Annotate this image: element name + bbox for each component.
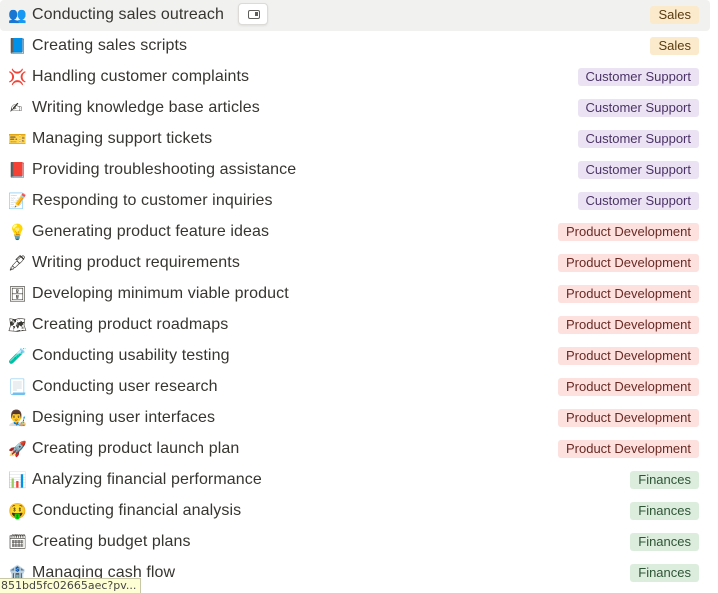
- list-item[interactable]: 📊 Analyzing financial performance Finances: [0, 465, 710, 496]
- item-title[interactable]: Writing knowledge base articles: [32, 98, 260, 118]
- category-tag: Finances: [630, 502, 699, 520]
- item-title[interactable]: Creating budget plans: [32, 532, 191, 552]
- list-item[interactable]: 🗄 Developing minimum viable product Produc…: [0, 279, 710, 310]
- category-tag: Sales: [650, 6, 699, 24]
- category-tag: Product Development: [557, 223, 699, 241]
- category-tag: Product Development: [557, 378, 699, 396]
- task-list: 👥 Conducting sales outreach Sales 📘 Creating…: [0, 0, 710, 589]
- item-title[interactable]: Conducting user research: [32, 377, 218, 397]
- list-item[interactable]: 🚀 Creating product launch plan Product Dev…: [0, 434, 710, 465]
- list-item[interactable]: 📘 Creating sales scripts Sales: [0, 31, 710, 62]
- list-item[interactable]: 💡 Generating product feature ideas Product…: [0, 217, 710, 248]
- item-title[interactable]: Creating product roadmaps: [32, 315, 228, 335]
- list-item[interactable]: 🎫 Managing support tickets Customer Suppor…: [0, 124, 710, 155]
- map-icon: 🗺: [8, 316, 28, 334]
- category-tag: Customer Support: [577, 99, 699, 117]
- item-title[interactable]: Responding to customer inquiries: [32, 191, 273, 211]
- open-side-peek-icon: [248, 10, 260, 19]
- list-item[interactable]: 🗺 Creating product roadmaps Product Develo…: [0, 310, 710, 341]
- list-item[interactable]: 📝 Responding to customer inquiries Custome…: [0, 186, 710, 217]
- light-bulb-icon: 💡: [8, 223, 27, 241]
- open-side-peek-button[interactable]: [238, 3, 268, 25]
- list-item[interactable]: 🗓 Creating budget plans Finances: [0, 527, 710, 558]
- page-icon: 📃: [8, 378, 27, 396]
- people-icon: 👥: [8, 6, 27, 24]
- category-tag: Product Development: [557, 409, 699, 427]
- item-title[interactable]: Handling customer complaints: [32, 67, 249, 87]
- writing-hand-icon: ✍: [9, 99, 23, 117]
- money-face-icon: 🤑: [8, 502, 27, 520]
- item-title[interactable]: Developing minimum viable product: [32, 284, 289, 304]
- list-item[interactable]: 👨‍🎨 Designing user interfaces Product Deve…: [0, 403, 710, 434]
- category-tag: Customer Support: [577, 161, 699, 179]
- anger-icon: 💢: [8, 68, 27, 86]
- category-tag: Product Development: [557, 440, 699, 458]
- memo-icon: 📝: [8, 192, 27, 210]
- ticket-icon: 🎫: [8, 130, 27, 148]
- item-title[interactable]: Conducting usability testing: [32, 346, 230, 366]
- item-title[interactable]: Generating product feature ideas: [32, 222, 269, 242]
- file-cabinet-icon: 🗄: [8, 285, 28, 303]
- category-tag: Customer Support: [577, 68, 699, 86]
- category-tag: Customer Support: [577, 192, 699, 210]
- item-title[interactable]: Creating product launch plan: [32, 439, 239, 459]
- list-item[interactable]: 🧪 Conducting usability testing Product Dev…: [0, 341, 710, 372]
- list-item[interactable]: 💢 Handling customer complaints Customer Su…: [0, 62, 710, 93]
- red-book-icon: 📕: [8, 161, 27, 179]
- category-tag: Product Development: [557, 316, 699, 334]
- list-item[interactable]: 📃 Conducting user research Product Develop…: [0, 372, 710, 403]
- list-item[interactable]: 📕 Providing troubleshooting assistance Cus…: [0, 155, 710, 186]
- rocket-icon: 🚀: [8, 440, 27, 458]
- category-tag: Finances: [630, 564, 699, 582]
- category-tag: Product Development: [557, 347, 699, 365]
- list-item[interactable]: 🖋 Writing product requirements Product Dev…: [0, 248, 710, 279]
- artist-icon: 👨‍🎨: [8, 409, 27, 427]
- status-bar-url: 851bd5fc02665aec?pv...: [0, 578, 142, 593]
- item-title[interactable]: Writing product requirements: [32, 253, 240, 273]
- calendar-icon: 🗓: [8, 533, 28, 551]
- category-tag: Finances: [630, 533, 699, 551]
- category-tag: Product Development: [557, 254, 699, 272]
- category-tag: Finances: [630, 471, 699, 489]
- fountain-pen-icon: 🖋: [8, 254, 28, 272]
- item-title[interactable]: Providing troubleshooting assistance: [32, 160, 296, 180]
- test-tube-icon: 🧪: [8, 347, 27, 365]
- item-title[interactable]: Conducting sales outreach: [32, 5, 224, 25]
- category-tag: Customer Support: [577, 130, 699, 148]
- item-title[interactable]: Designing user interfaces: [32, 408, 215, 428]
- category-tag: Sales: [650, 37, 699, 55]
- item-title[interactable]: Conducting financial analysis: [32, 501, 241, 521]
- item-title[interactable]: Creating sales scripts: [32, 36, 187, 56]
- item-title[interactable]: Analyzing financial performance: [32, 470, 262, 490]
- item-title[interactable]: Managing support tickets: [32, 129, 212, 149]
- category-tag: Product Development: [557, 285, 699, 303]
- list-item[interactable]: ✍ Writing knowledge base articles Customer…: [0, 93, 710, 124]
- list-item[interactable]: 🤑 Conducting financial analysis Finances: [0, 496, 710, 527]
- blue-book-icon: 📘: [8, 37, 27, 55]
- list-item[interactable]: 👥 Conducting sales outreach Sales: [0, 0, 710, 31]
- bar-chart-icon: 📊: [8, 471, 27, 489]
